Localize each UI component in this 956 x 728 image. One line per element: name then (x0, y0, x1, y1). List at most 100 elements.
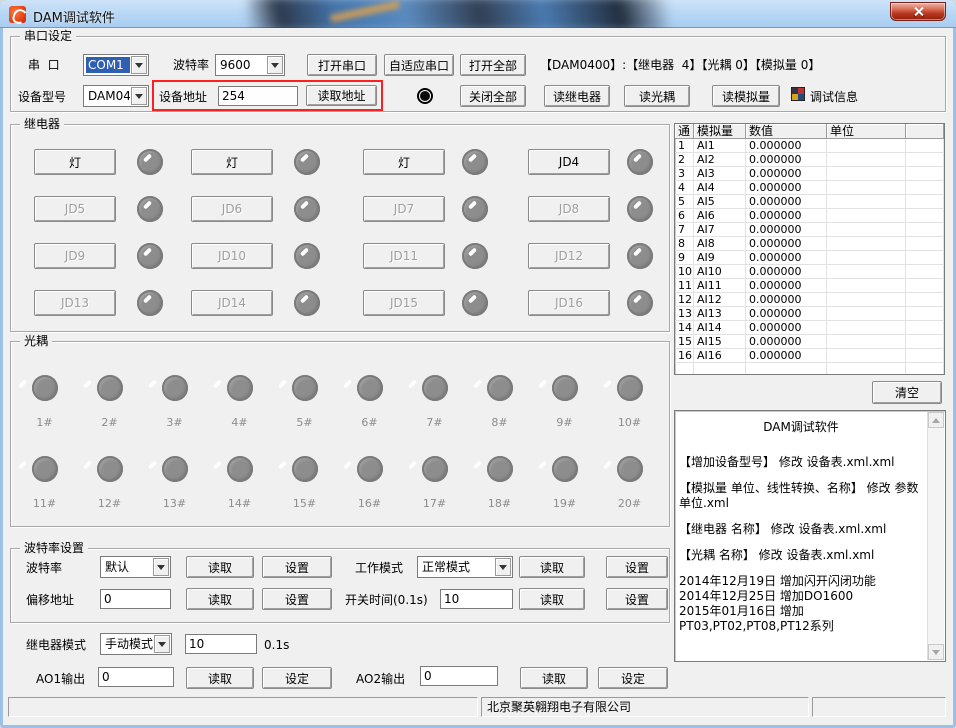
baud-set-button[interactable]: 设置 (262, 556, 332, 578)
relay-button-3[interactable]: 灯 (363, 149, 445, 175)
open-all-button[interactable]: 打开全部 (460, 54, 526, 76)
analog-table-cell: AI3 (694, 167, 746, 181)
baud-combobox-arrow-icon[interactable] (267, 56, 283, 74)
switch-time-input[interactable] (440, 589, 513, 609)
ao2-input[interactable] (420, 666, 498, 686)
ao2-read-button[interactable]: 读取 (520, 667, 588, 689)
ao1-read-button[interactable]: 读取 (186, 667, 254, 689)
analog-table-cell: 15 (675, 335, 694, 349)
read-relay-button[interactable]: 读继电器 (544, 85, 610, 107)
relay-led-9 (137, 243, 163, 269)
work-mode-set-button[interactable]: 设置 (606, 556, 668, 578)
work-mode-combobox[interactable]: 正常模式 (417, 556, 513, 578)
opto-label-6: 6# (361, 416, 377, 429)
ao1-set-button[interactable]: 设定 (262, 667, 332, 689)
relay-button-13[interactable]: JD13 (34, 290, 116, 316)
analog-table-cell (675, 363, 694, 375)
relay-button-4[interactable]: JD4 (528, 149, 610, 175)
model-label: 设备型号 (18, 90, 66, 104)
opto-channel-14: 14# (207, 456, 272, 510)
device-address-label: 设备地址 (159, 90, 207, 104)
statusbar-panel-right (812, 697, 946, 717)
analog-table-cell (827, 265, 906, 279)
close-button[interactable] (890, 2, 946, 21)
relay-button-14[interactable]: JD14 (191, 290, 273, 316)
read-analog-button[interactable]: 读模拟量 (712, 85, 780, 107)
opto-label-10: 10# (618, 416, 641, 429)
relay-button-10[interactable]: JD10 (191, 243, 273, 269)
app-icon (9, 6, 26, 23)
baud-read-button[interactable]: 读取 (186, 556, 254, 578)
relay-button-2[interactable]: 灯 (191, 149, 273, 175)
analog-table-cell: 12 (675, 293, 694, 307)
analog-table-cell: 0.000000 (746, 153, 827, 167)
analog-table-cell: 0.000000 (746, 237, 827, 251)
scroll-down-icon[interactable] (928, 644, 944, 660)
relay-button-9[interactable]: JD9 (34, 243, 116, 269)
relay-button-15[interactable]: JD15 (363, 290, 445, 316)
analog-table-cell: 4 (675, 181, 694, 195)
switch-time-read-button[interactable]: 读取 (519, 588, 585, 610)
read-address-button[interactable]: 读取地址 (306, 85, 377, 106)
offset-set-button[interactable]: 设置 (262, 588, 332, 610)
relay-button-6[interactable]: JD6 (191, 196, 273, 222)
port-combobox[interactable]: COM1 (83, 54, 149, 76)
relay-time-input[interactable] (185, 634, 257, 654)
relay-button-12[interactable]: JD12 (528, 243, 610, 269)
analog-table-cell: AI9 (694, 251, 746, 265)
model-combobox-arrow-icon[interactable] (131, 87, 147, 105)
opto-led-3 (162, 375, 188, 401)
model-combobox[interactable]: DAM0400 (83, 85, 149, 107)
analog-table-cell: 1 (675, 139, 694, 153)
baud-combobox[interactable]: 9600 (215, 54, 285, 76)
opto-led-15 (292, 456, 318, 482)
relay-button-11[interactable]: JD11 (363, 243, 445, 269)
ao1-label: AO1输出 (36, 672, 85, 686)
relay-mode-combobox[interactable]: 手动模式 (100, 633, 172, 655)
close-all-button[interactable]: 关闭全部 (460, 85, 526, 107)
opto-led-4 (227, 375, 253, 401)
device-address-input[interactable] (218, 86, 298, 106)
ao2-label: AO2输出 (356, 672, 405, 686)
debug-info-label[interactable]: 调试信息 (810, 90, 858, 104)
analog-table-cell: 0.000000 (746, 335, 827, 349)
serial-group-title: 串口设定 (20, 29, 76, 44)
read-opto-button[interactable]: 读光耦 (624, 85, 690, 107)
baud-setting-arrow-icon[interactable] (153, 558, 169, 576)
analog-table-cell: 16 (675, 349, 694, 363)
relay-button-7[interactable]: JD7 (363, 196, 445, 222)
relay-button-5[interactable]: JD5 (34, 196, 116, 222)
open-serial-button[interactable]: 打开串口 (307, 54, 377, 76)
scroll-up-icon[interactable] (928, 412, 944, 428)
offset-address-input[interactable] (100, 589, 171, 609)
work-mode-label: 工作模式 (355, 561, 403, 575)
opto-led-17 (422, 456, 448, 482)
info-panel: DAM调试软件【增加设备型号】 修改 设备表.xml.xml【模拟量 单位、线性… (674, 410, 946, 662)
port-combobox-arrow-icon[interactable] (131, 56, 147, 74)
clear-button[interactable]: 清空 (872, 381, 942, 404)
opto-groupbox: 光耦 1#2#3#4#5#6#7#8#9#10#11#12#13#14#15#1… (10, 341, 670, 527)
opto-led-6 (357, 375, 383, 401)
opto-led-16 (357, 456, 383, 482)
relay-button-1[interactable]: 灯 (34, 149, 116, 175)
opto-led-2 (97, 375, 123, 401)
titlebar: DAM调试软件 (0, 0, 956, 28)
analog-table-cell (906, 307, 944, 321)
ao1-input[interactable] (98, 667, 174, 687)
analog-table-cell (827, 349, 906, 363)
work-mode-arrow-icon[interactable] (495, 558, 511, 576)
opto-channel-3: 3# (142, 375, 207, 429)
relay-button-16[interactable]: JD16 (528, 290, 610, 316)
info-scrollbar[interactable] (927, 412, 944, 660)
ao2-set-button[interactable]: 设定 (598, 667, 668, 689)
opto-channel-19: 19# (532, 456, 597, 510)
baud-setting-combobox[interactable]: 默认 (100, 556, 171, 578)
relay-button-8[interactable]: JD8 (528, 196, 610, 222)
work-mode-read-button[interactable]: 读取 (519, 556, 585, 578)
analog-table-cell (906, 265, 944, 279)
switch-time-set-button[interactable]: 设置 (606, 588, 668, 610)
header-extra (906, 124, 944, 139)
adaptive-serial-button[interactable]: 自适应串口 (384, 54, 454, 76)
offset-read-button[interactable]: 读取 (186, 588, 254, 610)
relay-mode-arrow-icon[interactable] (154, 635, 170, 653)
